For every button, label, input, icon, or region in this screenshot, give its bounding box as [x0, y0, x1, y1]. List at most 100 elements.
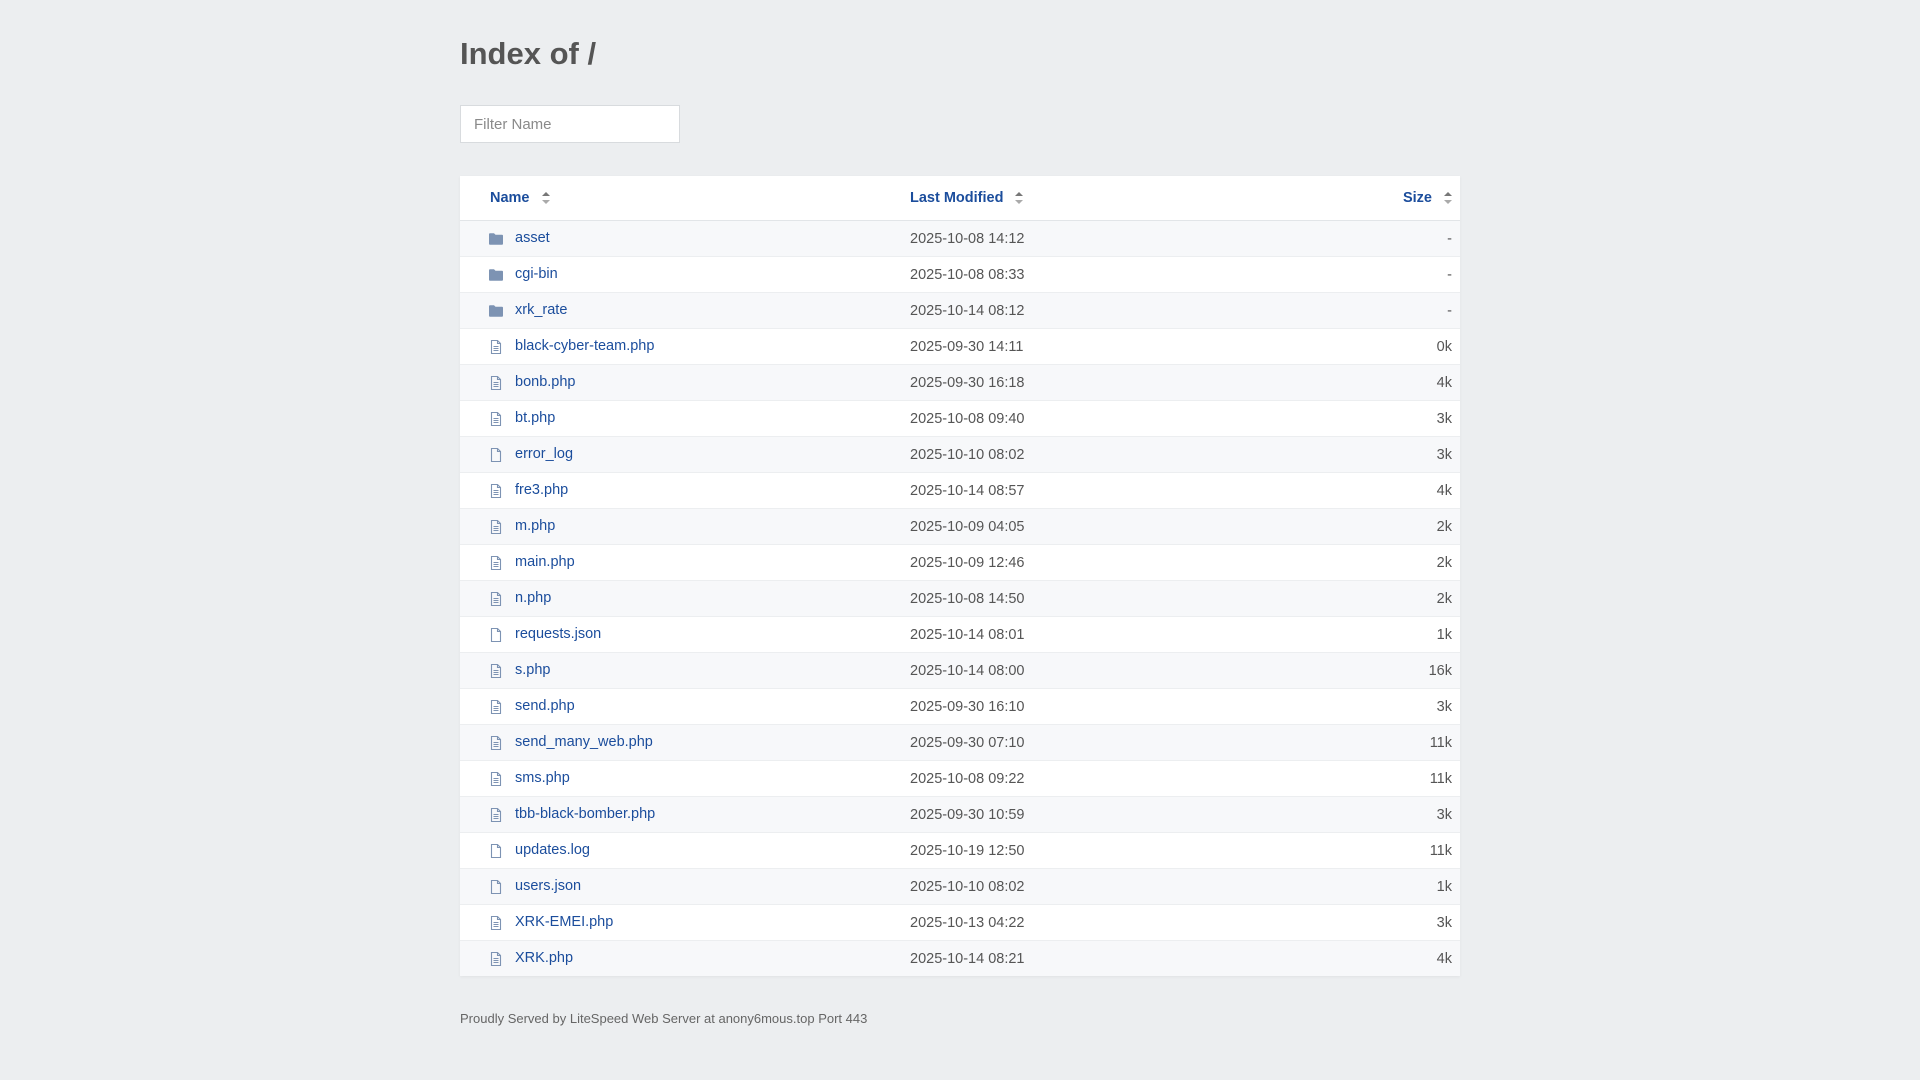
file-text-icon: [488, 663, 504, 679]
modified-cell: 2025-10-09 12:46: [910, 544, 1310, 581]
file-text-icon: [488, 339, 504, 355]
file-text-icon: [488, 807, 504, 823]
modified-column-header[interactable]: Last Modified: [910, 176, 1310, 221]
file-link[interactable]: sms.php: [515, 771, 570, 787]
file-listing: Name Last Modified Size asset 2025-10-08 …: [460, 176, 1460, 976]
name-cell: send.php: [460, 688, 910, 725]
modified-cell: 2025-10-10 08:02: [910, 868, 1310, 905]
table-row: xrk_rate 2025-10-14 08:12-: [460, 292, 1460, 329]
file-link[interactable]: m.php: [515, 519, 555, 535]
modified-cell: 2025-09-30 16:18: [910, 364, 1310, 401]
server-footer: Proudly Served by LiteSpeed Web Server a…: [460, 1011, 868, 1026]
folder-icon: [488, 303, 504, 319]
sort-arrows-icon[interactable]: [541, 192, 550, 205]
file-link[interactable]: XRK.php: [515, 951, 573, 967]
file-link[interactable]: n.php: [515, 591, 551, 607]
modified-cell: 2025-09-30 10:59: [910, 796, 1310, 833]
size-cell: -: [1310, 292, 1460, 329]
sort-arrows-icon[interactable]: [1444, 192, 1452, 205]
size-cell: 1k: [1310, 616, 1460, 653]
size-cell: 4k: [1310, 472, 1460, 509]
name-cell: bonb.php: [460, 364, 910, 401]
modified-cell: 2025-10-14 08:12: [910, 292, 1310, 329]
size-cell: 11k: [1310, 724, 1460, 761]
file-link[interactable]: fre3.php: [515, 483, 568, 499]
table-row: bt.php 2025-10-08 09:40 3k: [460, 400, 1460, 437]
name-cell: requests.json: [460, 616, 910, 653]
file-link[interactable]: users.json: [515, 879, 581, 895]
modified-cell: 2025-09-30 16:10: [910, 688, 1310, 725]
file-icon: [488, 627, 504, 643]
table-row: black-cyber-team.php 2025-09-30 14:11 0k: [460, 328, 1460, 365]
name-cell: send_many_web.php: [460, 724, 910, 761]
name-cell: error_log: [460, 436, 910, 473]
filter-name-input[interactable]: [460, 105, 680, 143]
file-link[interactable]: xrk_rate: [515, 303, 567, 319]
modified-cell: 2025-10-08 09:22: [910, 760, 1310, 797]
size-cell: 2k: [1310, 580, 1460, 617]
table-row: requests.json 2025-10-14 08:01 1k: [460, 616, 1460, 653]
size-cell: 16k: [1310, 652, 1460, 689]
modified-cell: 2025-09-30 14:11: [910, 328, 1310, 365]
file-icon: [488, 843, 504, 859]
modified-cell: 2025-10-08 14:12: [910, 220, 1310, 257]
name-cell: asset: [460, 220, 910, 257]
table-row: XRK.php 2025-10-14 08:21 4k: [460, 940, 1460, 976]
file-text-icon: [488, 411, 504, 427]
modified-cell: 2025-10-08 08:33: [910, 256, 1310, 293]
name-cell: main.php: [460, 544, 910, 581]
file-text-icon: [488, 483, 504, 499]
sort-by-name-link[interactable]: Name: [490, 190, 530, 206]
modified-cell: 2025-10-14 08:57: [910, 472, 1310, 509]
size-cell: 2k: [1310, 508, 1460, 545]
file-link[interactable]: XRK-EMEI.php: [515, 915, 613, 931]
modified-cell: 2025-10-08 09:40: [910, 400, 1310, 437]
file-link[interactable]: bt.php: [515, 411, 555, 427]
table-row: sms.php 2025-10-08 09:22 11k: [460, 760, 1460, 797]
file-link[interactable]: main.php: [515, 555, 575, 571]
table-row: cgi-bin 2025-10-08 08:33-: [460, 256, 1460, 293]
folder-icon: [488, 267, 504, 283]
size-cell: 1k: [1310, 868, 1460, 905]
file-text-icon: [488, 555, 504, 571]
file-text-icon: [488, 771, 504, 787]
name-cell: n.php: [460, 580, 910, 617]
sort-arrows-icon[interactable]: [1015, 192, 1024, 205]
file-link[interactable]: send.php: [515, 699, 575, 715]
file-rows: asset 2025-10-08 14:12- cgi-bin 2025-10-08 …: [460, 220, 1460, 976]
file-link[interactable]: error_log: [515, 447, 573, 463]
file-text-icon: [488, 951, 504, 967]
name-cell: s.php: [460, 652, 910, 689]
sort-by-size-link[interactable]: Size: [1403, 190, 1432, 206]
file-link[interactable]: asset: [515, 231, 550, 247]
file-link[interactable]: s.php: [515, 663, 550, 679]
file-link[interactable]: tbb-black-bomber.php: [515, 807, 655, 823]
size-column-header[interactable]: Size: [1310, 176, 1460, 221]
table-row: XRK-EMEI.php 2025-10-13 04:22 3k: [460, 904, 1460, 941]
file-link[interactable]: send_many_web.php: [515, 735, 653, 751]
name-column-header[interactable]: Name: [460, 176, 910, 221]
file-text-icon: [488, 519, 504, 535]
size-cell: 4k: [1310, 364, 1460, 401]
file-link[interactable]: updates.log: [515, 843, 590, 859]
table-row: bonb.php 2025-09-30 16:18 4k: [460, 364, 1460, 401]
table-row: asset 2025-10-08 14:12-: [460, 220, 1460, 257]
file-link[interactable]: cgi-bin: [515, 267, 558, 283]
size-cell: 0k: [1310, 328, 1460, 365]
table-row: updates.log 2025-10-19 12:50 11k: [460, 832, 1460, 869]
file-icon: [488, 879, 504, 895]
file-link[interactable]: requests.json: [515, 627, 601, 643]
file-link[interactable]: bonb.php: [515, 375, 575, 391]
file-icon: [488, 447, 504, 463]
sort-by-modified-link[interactable]: Last Modified: [910, 190, 1003, 206]
table-row: s.php 2025-10-14 08:00 16k: [460, 652, 1460, 689]
size-cell: 11k: [1310, 832, 1460, 869]
modified-cell: 2025-10-14 08:00: [910, 652, 1310, 689]
file-link[interactable]: black-cyber-team.php: [515, 339, 654, 355]
size-cell: 3k: [1310, 688, 1460, 725]
modified-cell: 2025-09-30 07:10: [910, 724, 1310, 761]
modified-cell: 2025-10-14 08:21: [910, 940, 1310, 976]
table-row: error_log 2025-10-10 08:02 3k: [460, 436, 1460, 473]
size-cell: 3k: [1310, 436, 1460, 473]
folder-icon: [488, 231, 504, 247]
